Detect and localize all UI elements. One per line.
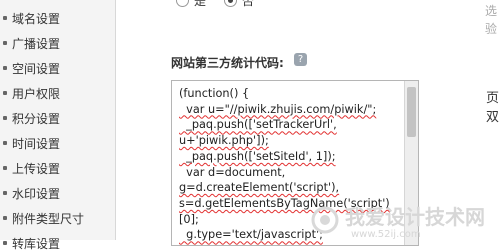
code-line: (function() { — [179, 87, 250, 100]
help-icon[interactable]: ? — [294, 53, 307, 66]
sidebar-item-library-settings[interactable]: 转库设置 — [2, 235, 60, 252]
sidebar-item-user-permissions[interactable]: 用户权限 — [2, 85, 60, 102]
radio-no-label: 否 — [242, 0, 255, 8]
stats-code-label: 网站第三方统计代码: — [171, 56, 284, 70]
edge-text-1: 选 — [485, 4, 498, 18]
sidebar-item-broadcast-settings[interactable]: 广播设置 — [2, 35, 60, 52]
radio-yes-label: 是 — [194, 0, 207, 8]
watermark-domain: www.52ij.com — [351, 229, 421, 240]
code-line: g=d.createElement('script'), — [179, 181, 340, 195]
code-line: _paq.push(['setTrackerUrl', — [179, 118, 337, 132]
sidebar-item-points-settings[interactable]: 积分设置 — [2, 110, 60, 127]
radio-no[interactable] — [224, 0, 237, 7]
sidebar-item-space-settings[interactable]: 空间设置 — [2, 60, 60, 77]
radio-yes[interactable] — [176, 0, 189, 7]
sidebar-item-time-settings[interactable]: 时间设置 — [2, 135, 60, 152]
watermark-logo: 我爱设计技术网 www.52ij.com — [311, 205, 485, 240]
edge-text-2: 验 — [485, 22, 498, 36]
sidebar: 域名设置 广播设置 空间设置 用户权限 积分设置 时间设置 上传设置 水印设置 … — [0, 0, 116, 251]
sidebar-item-watermark-settings[interactable]: 水印设置 — [2, 185, 60, 202]
right-text-1: 页 — [486, 91, 500, 106]
watermark-text: 我爱设计技术网 — [345, 205, 485, 229]
sidebar-item-attachment-types[interactable]: 附件类型尺寸 — [2, 210, 84, 227]
code-line: u+'piwik.php']); — [179, 134, 269, 148]
code-line: var d=document, — [179, 165, 286, 179]
scrollbar-thumb[interactable] — [407, 87, 416, 137]
sidebar-item-domain-settings[interactable]: 域名设置 — [2, 10, 60, 27]
right-text-2: 双 — [486, 110, 500, 125]
code-line: var u="//piwik.zhujis.com/piwik/"; — [179, 102, 377, 116]
code-line: [0]; — [179, 212, 199, 226]
sidebar-item-upload-settings[interactable]: 上传设置 — [2, 160, 60, 177]
code-line: _paq.push(['setSiteId', 1]); — [179, 149, 336, 163]
